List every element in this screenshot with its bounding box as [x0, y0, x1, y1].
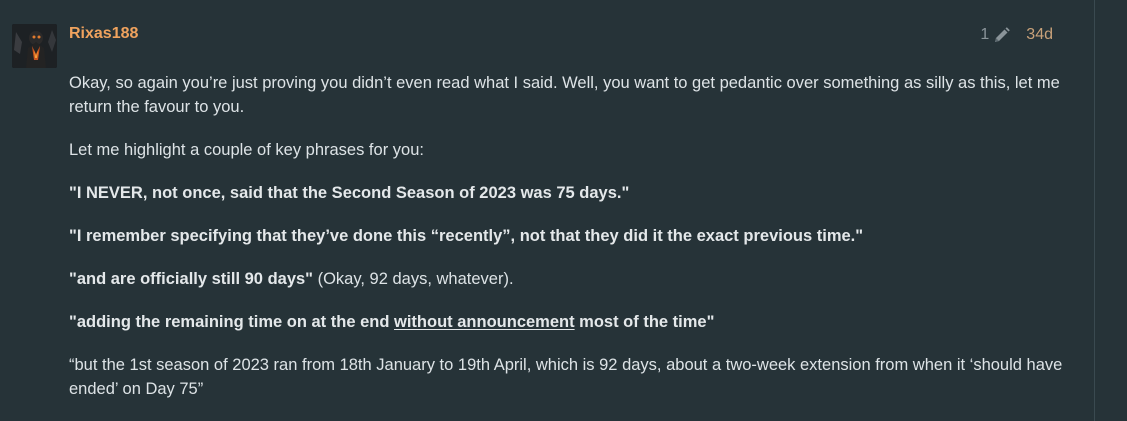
paragraph-5: "and are officially still 90 days" (Okay…: [69, 267, 1069, 291]
avatar[interactable]: [12, 24, 57, 68]
quote-2: "I remember specifying that they’ve done…: [69, 227, 864, 245]
avatar-image: [12, 24, 57, 68]
post: Rixas188 1 34d Okay, so again you’re jus…: [0, 0, 1127, 421]
quote-1: "I NEVER, not once, said that the Second…: [69, 184, 630, 202]
paragraph-1: Okay, so again you’re just proving you d…: [69, 74, 1060, 116]
paragraph-7: “but the 1st season of 2023 ran from 18t…: [69, 356, 1063, 398]
quote-4-end: most of the time": [574, 313, 715, 331]
pencil-icon: [993, 26, 1011, 44]
post-divider: [1094, 0, 1095, 421]
quote-4-start: "adding the remaining time on at the end: [69, 313, 395, 331]
paragraph-2: Let me highlight a couple of key phrases…: [69, 141, 424, 159]
paragraph-3: "I NEVER, not once, said that the Second…: [69, 181, 1069, 205]
username-link[interactable]: Rixas188: [69, 25, 138, 43]
post-date[interactable]: 34d: [1026, 26, 1053, 44]
post-meta: 1 34d: [980, 26, 1053, 44]
quote-3-comment: (Okay, 92 days, whatever).: [313, 270, 514, 288]
post-body: Okay, so again you’re just proving you d…: [69, 71, 1069, 420]
quote-4: "adding the remaining time on at the end…: [69, 313, 714, 331]
quote-3: "and are officially still 90 days": [69, 270, 313, 288]
quote-4-underlined: without announcement: [394, 313, 575, 331]
paragraph-6: "adding the remaining time on at the end…: [69, 310, 1069, 334]
edit-history-button[interactable]: 1: [980, 26, 1011, 44]
paragraph-4: "I remember specifying that they’ve done…: [69, 224, 1069, 248]
edit-count: 1: [980, 26, 990, 43]
